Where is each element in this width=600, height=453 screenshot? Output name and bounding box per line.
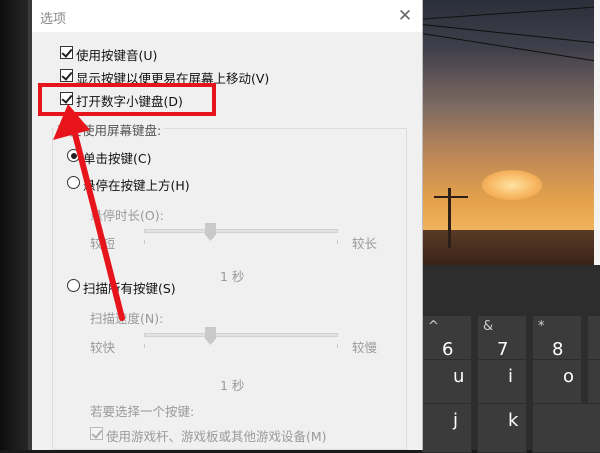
pointer-arrow (53, 104, 125, 321)
